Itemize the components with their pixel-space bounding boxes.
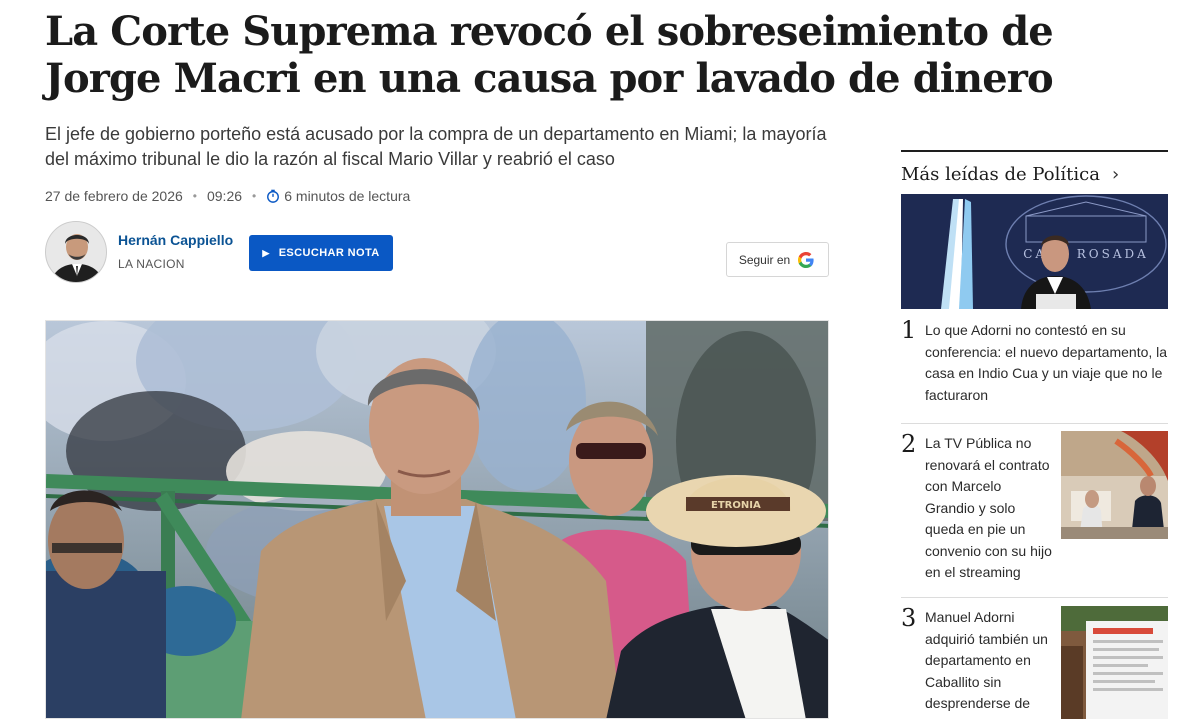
most-read-main-image[interactable]: CASA ROSADA <box>901 194 1168 309</box>
item-number: 3 <box>901 604 917 632</box>
item-divider <box>901 423 1168 424</box>
sidebar-title: Más leídas de Política <box>901 163 1100 185</box>
article-subtitle: El jefe de gobierno porteño está acusado… <box>45 124 827 169</box>
separator-dot: • <box>192 189 197 203</box>
item-thumbnail[interactable] <box>1061 431 1168 539</box>
author-name-link[interactable]: Hernán Cappiello <box>118 232 233 248</box>
item-number: 2 <box>901 430 917 458</box>
article-main-photo[interactable]: ETRONIA <box>45 320 829 719</box>
listen-article-button[interactable]: ▶ ESCUCHAR NOTA <box>249 235 393 271</box>
publish-time: 09:26 <box>206 188 243 204</box>
follow-on-google-button[interactable]: Seguir en <box>726 242 829 277</box>
publish-date: 27 de febrero de 2026 <box>45 188 183 204</box>
google-icon <box>798 251 814 268</box>
author-organization: LA NACION <box>118 257 185 271</box>
article-headline: La Corte Suprema revocó el sobreseimient… <box>45 8 1054 102</box>
chevron-right-icon: › <box>1111 163 1120 185</box>
follow-button-label: Seguir en <box>738 252 791 267</box>
reading-time: 6 minutos de lectura <box>284 188 411 204</box>
item-number: 1 <box>901 316 917 344</box>
hat-band-text: ETRONIA <box>711 500 761 511</box>
item-thumbnail[interactable] <box>1061 606 1168 719</box>
sidebar-title-link[interactable]: Más leídas de Política › <box>901 162 1168 186</box>
separator-dot: • <box>252 189 257 203</box>
listen-button-label: ESCUCHAR NOTA <box>278 247 380 259</box>
article-meta: 27 de febrero de 2026 • 09:26 • 6 minuto… <box>45 186 410 206</box>
item-headline[interactable]: La TV Pública no renovará el contrato co… <box>925 433 1053 584</box>
most-read-item[interactable]: 3 Manuel Adorni adquirió también un depa… <box>901 604 1168 719</box>
item-headline[interactable]: Lo que Adorni no contestó en su conferen… <box>925 320 1171 406</box>
author-avatar[interactable] <box>45 221 107 283</box>
most-read-item[interactable]: 1 Lo que Adorni no contestó en su confer… <box>901 316 1171 408</box>
item-divider <box>901 597 1168 598</box>
most-read-item[interactable]: 2 La TV Pública no renovará el contrato … <box>901 430 1168 587</box>
timer-icon <box>267 189 280 203</box>
item-headline[interactable]: Manuel Adorni adquirió también un depart… <box>925 607 1053 715</box>
most-read-sidebar: Más leídas de Política › CASA ROSADA 1 L… <box>901 150 1168 719</box>
play-icon: ▶ <box>262 247 270 258</box>
sidebar-divider <box>901 150 1168 152</box>
